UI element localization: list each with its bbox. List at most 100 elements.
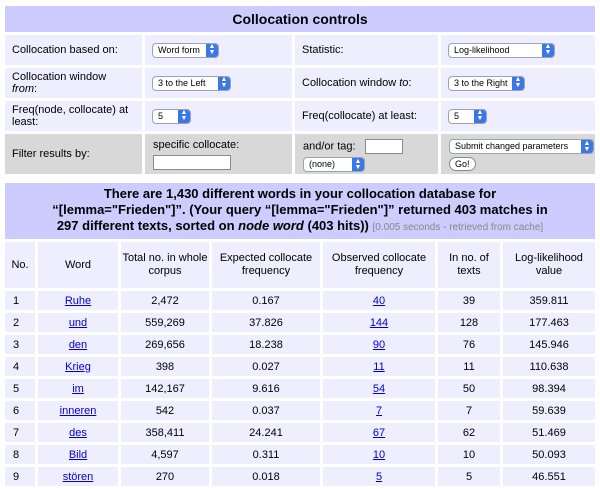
observed-frequency-link[interactable]: 144 xyxy=(370,317,388,329)
table-row: 8 Bild 4,597 0.311 10 10 50.093 xyxy=(5,445,595,464)
observed-frequency-link[interactable]: 7 xyxy=(376,405,382,417)
collocate-word-link[interactable]: Krieg xyxy=(65,361,91,373)
row-expected: 0.037 xyxy=(212,401,320,420)
observed-frequency-link[interactable]: 54 xyxy=(373,383,385,395)
observed-frequency-link[interactable]: 5 xyxy=(376,471,382,483)
collocation-controls-panel: Collocation controls Collocation based o… xyxy=(2,3,598,177)
window-from-selected-value: 3 to the Left xyxy=(158,77,206,88)
specific-collocate-label: specific collocate: xyxy=(153,139,240,151)
select-arrows-icon: ▲ ▼ xyxy=(352,158,364,171)
select-arrows-icon: ▲ ▼ xyxy=(178,109,190,123)
row-observed-cell: 11 xyxy=(323,357,435,376)
collocate-word-link[interactable]: im xyxy=(72,383,84,395)
collocate-word-link[interactable]: inneren xyxy=(60,405,97,417)
row-total: 358,411 xyxy=(121,423,209,442)
row-word-cell: im xyxy=(38,379,118,398)
observed-frequency-link[interactable]: 90 xyxy=(373,339,385,351)
observed-frequency-link[interactable]: 10 xyxy=(373,449,385,461)
collocate-word-link[interactable]: stören xyxy=(63,471,94,483)
table-row: 9 stören 270 0.018 5 5 46.551 xyxy=(5,467,595,486)
specific-collocate-input[interactable] xyxy=(153,155,231,170)
freq-collocate-label: Freq(collocate) at least: xyxy=(295,101,438,131)
table-row: 3 den 269,656 18.238 90 76 145.946 xyxy=(5,335,595,354)
row-number: 4 xyxy=(5,357,35,376)
row-texts: 10 xyxy=(438,445,500,464)
row-number: 2 xyxy=(5,313,35,332)
statistic-label: Statistic: xyxy=(295,35,438,65)
collocate-word-link[interactable]: und xyxy=(69,317,87,329)
collocate-word-link[interactable]: Ruhe xyxy=(65,295,91,307)
table-row: 2 und 559,269 37.826 144 128 177.463 xyxy=(5,313,595,332)
row-expected: 37.826 xyxy=(212,313,320,332)
row-total: 559,269 xyxy=(121,313,209,332)
row-expected: 9.616 xyxy=(212,379,320,398)
tag-cell: and/or tag: (none) ▲ ▼ xyxy=(295,134,438,174)
window-from-select[interactable]: 3 to the Left ▲ ▼ xyxy=(152,75,231,91)
row-log-likelihood: 359.811 xyxy=(503,291,595,310)
col-header-no: No. xyxy=(5,242,35,288)
row-total: 2,472 xyxy=(121,291,209,310)
row-number: 7 xyxy=(5,423,35,442)
row-log-likelihood: 59.639 xyxy=(503,401,595,420)
tag-label: and/or tag: xyxy=(303,140,356,153)
row-word-cell: Krieg xyxy=(38,357,118,376)
table-row: 6 inneren 542 0.037 7 7 59.639 xyxy=(5,401,595,420)
select-arrows-icon: ▲ ▼ xyxy=(542,43,554,57)
statistic-select[interactable]: Log-likelihood ▲ ▼ xyxy=(448,42,555,58)
row-log-likelihood: 50.093 xyxy=(503,445,595,464)
row-word-cell: des xyxy=(38,423,118,442)
statistic-selected-value: Log-likelihood xyxy=(454,44,510,55)
collocate-word-link[interactable]: den xyxy=(69,339,87,351)
observed-frequency-link[interactable]: 11 xyxy=(373,361,384,373)
freq-node-select[interactable]: 5 ▲ ▼ xyxy=(152,108,191,124)
row-observed-cell: 10 xyxy=(323,445,435,464)
row-number: 1 xyxy=(5,291,35,310)
row-expected: 24.241 xyxy=(212,423,320,442)
observed-frequency-link[interactable]: 40 xyxy=(373,295,385,307)
row-observed-cell: 144 xyxy=(323,313,435,332)
row-word-cell: Bild xyxy=(38,445,118,464)
tag-select[interactable]: (none) ▲ ▼ xyxy=(303,157,365,172)
row-texts: 7 xyxy=(438,401,500,420)
row-log-likelihood: 98.394 xyxy=(503,379,595,398)
headline-line-3: 297 different texts, sorted on xyxy=(56,218,239,233)
row-log-likelihood: 145.946 xyxy=(503,335,595,354)
select-arrows-icon: ▲ ▼ xyxy=(512,76,524,90)
row-word-cell: Ruhe xyxy=(38,291,118,310)
freq-collocate-select[interactable]: 5 ▲ ▼ xyxy=(448,108,487,124)
headline-line-1: There are 1,430 different words in your … xyxy=(103,186,497,201)
row-expected: 0.018 xyxy=(212,467,320,486)
row-number: 8 xyxy=(5,445,35,464)
row-observed-cell: 54 xyxy=(323,379,435,398)
row-expected: 18.238 xyxy=(212,335,320,354)
based-on-select[interactable]: Word form ▲ ▼ xyxy=(152,42,219,58)
go-button[interactable]: Go! xyxy=(449,157,476,171)
col-header-texts: In no. of texts xyxy=(438,242,500,288)
row-word-cell: stören xyxy=(38,467,118,486)
observed-frequency-link[interactable]: 67 xyxy=(373,427,385,439)
collocate-word-link[interactable]: Bild xyxy=(69,449,87,461)
freq-node-selected-value: 5 xyxy=(158,110,164,121)
submit-action-selected-value: Submit changed parameters xyxy=(455,141,569,151)
tag-input[interactable] xyxy=(364,139,403,154)
row-expected: 0.167 xyxy=(212,291,320,310)
row-texts: 128 xyxy=(438,313,500,332)
table-row: 7 des 358,411 24.241 67 62 51.469 xyxy=(5,423,595,442)
row-observed-cell: 40 xyxy=(323,291,435,310)
row-texts: 11 xyxy=(438,357,500,376)
collocation-results-table: There are 1,430 different words in your … xyxy=(2,180,598,489)
row-number: 6 xyxy=(5,401,35,420)
row-total: 270 xyxy=(121,467,209,486)
submit-action-select[interactable]: Submit changed parameters ▲ ▼ xyxy=(449,139,594,154)
window-to-select[interactable]: 3 to the Right ▲ ▼ xyxy=(448,75,525,91)
collocate-word-link[interactable]: des xyxy=(69,427,87,439)
col-header-observed: Observed collocate frequency xyxy=(323,242,435,288)
table-row: 5 im 142,167 9.616 54 50 98.394 xyxy=(5,379,595,398)
tag-selected-value: (none) xyxy=(309,159,336,169)
row-log-likelihood: 110.638 xyxy=(503,357,595,376)
select-arrows-icon: ▲ ▼ xyxy=(218,76,230,90)
submit-cell: Submit changed parameters ▲ ▼ Go! xyxy=(441,134,595,174)
row-texts: 50 xyxy=(438,379,500,398)
select-arrows-icon: ▲ ▼ xyxy=(206,43,218,57)
controls-title: Collocation controls xyxy=(5,6,595,32)
